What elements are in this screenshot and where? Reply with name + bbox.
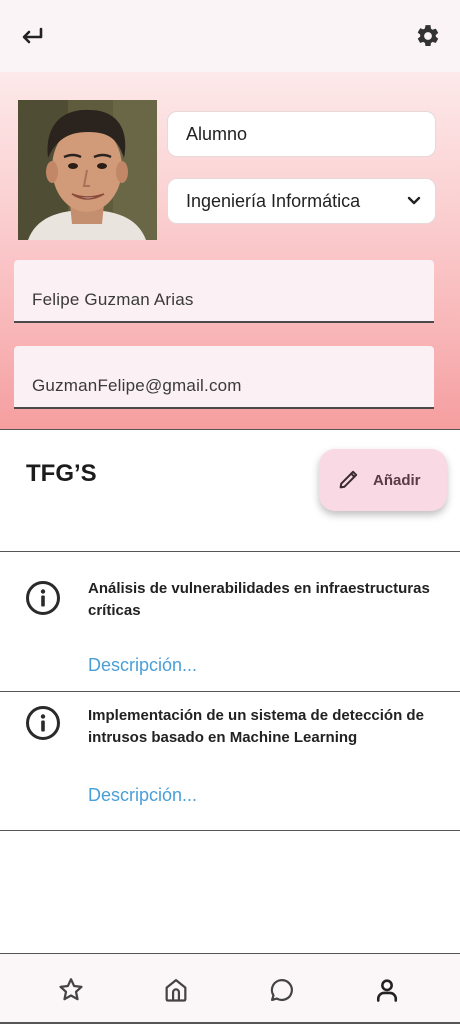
- profile-section: Alumno Ingeniería Informática Felipe Guz…: [0, 72, 460, 430]
- profile-icon: [376, 979, 398, 1002]
- tfg-title: Análisis de vulnerabilidades en infraest…: [88, 580, 430, 619]
- nav-profile[interactable]: [369, 972, 405, 1008]
- avatar[interactable]: [18, 100, 157, 240]
- info-icon: [26, 581, 60, 615]
- info-icon: [26, 706, 60, 740]
- role-field[interactable]: Alumno: [167, 111, 436, 157]
- email-value: GuzmanFelipe@gmail.com: [32, 376, 242, 395]
- top-bar: [0, 0, 460, 72]
- degree-value: Ingeniería Informática: [186, 190, 361, 211]
- bottom-navigation: [0, 953, 460, 1024]
- back-arrow-icon: [22, 27, 43, 44]
- name-value: Felipe Guzman Arias: [32, 290, 194, 309]
- home-icon: [165, 978, 187, 1002]
- degree-dropdown[interactable]: Ingeniería Informática: [167, 178, 436, 224]
- role-value: Alumno: [186, 123, 248, 144]
- chat-icon: [270, 978, 293, 1002]
- info-icon-wrap[interactable]: [25, 705, 61, 746]
- pencil-icon: [339, 470, 358, 489]
- avatar-photo: [18, 100, 157, 240]
- tfg-description-link[interactable]: Descripción...: [88, 785, 197, 806]
- tfg-description-link[interactable]: Descripción...: [88, 655, 197, 676]
- back-button[interactable]: [12, 18, 52, 54]
- settings-button[interactable]: [408, 16, 448, 56]
- tfg-section-title: TFG’S: [26, 460, 97, 487]
- nav-messages[interactable]: [264, 972, 300, 1008]
- list-item: Análisis de vulnerabilidades en infraest…: [0, 552, 460, 691]
- gear-icon: [417, 25, 439, 47]
- nav-home[interactable]: [158, 972, 194, 1008]
- list-item: Implementación de un sistema de detecció…: [0, 692, 460, 830]
- tfg-title: Implementación de un sistema de detecció…: [88, 707, 424, 746]
- add-tfg-label: Añadir: [373, 471, 421, 489]
- name-field[interactable]: Felipe Guzman Arias: [14, 260, 434, 323]
- chevron-down-icon: [407, 196, 421, 205]
- info-icon-wrap[interactable]: [25, 580, 61, 621]
- star-icon: [59, 978, 83, 1001]
- divider: [0, 830, 460, 831]
- add-tfg-button[interactable]: Añadir: [319, 449, 447, 511]
- email-field[interactable]: GuzmanFelipe@gmail.com: [14, 346, 434, 409]
- nav-favorites[interactable]: [53, 972, 89, 1008]
